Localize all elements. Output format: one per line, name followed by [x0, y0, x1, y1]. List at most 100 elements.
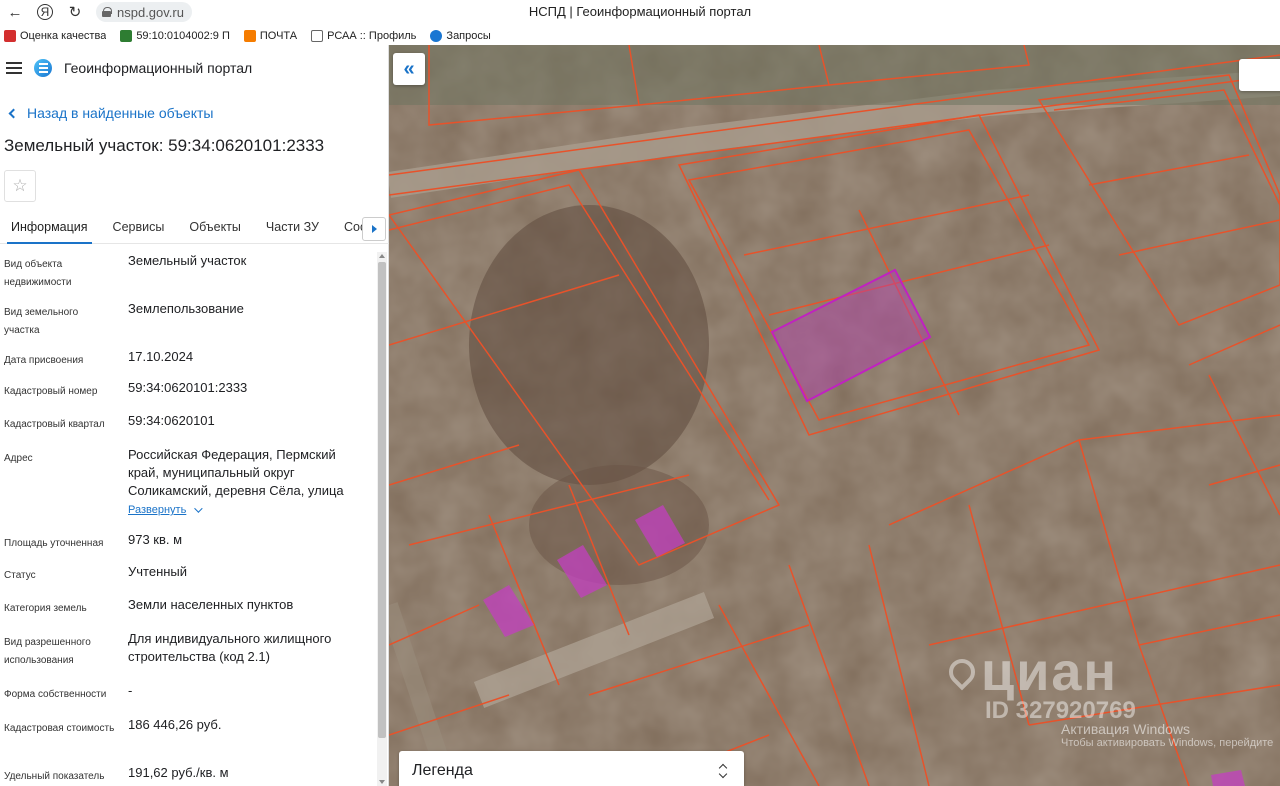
property-value: Землепользование — [128, 300, 366, 318]
property-label: Кадастровый квартал — [4, 419, 105, 430]
bookmark-item[interactable]: 59:10:0104002:9 П — [120, 30, 230, 42]
scroll-up-arrow-icon[interactable] — [379, 254, 385, 258]
bookmark-item[interactable]: РСАА :: Профиль — [311, 30, 416, 42]
map-search-box[interactable] — [1239, 59, 1280, 91]
property-label: Адрес — [4, 453, 33, 464]
property-value-text: Земельный участок — [128, 253, 247, 268]
property-value-text: 17.10.2024 — [128, 349, 194, 364]
property-value: - — [128, 682, 366, 700]
legend-title: Легенда — [412, 762, 473, 779]
person-icon — [430, 30, 443, 42]
property-value-text: 973 кв. м — [128, 532, 183, 547]
tab-2[interactable]: Объекты — [189, 212, 241, 243]
watermark-logo: циан — [981, 642, 1119, 702]
map-canvas[interactable] — [389, 45, 1280, 786]
property-value: Российская Федерация, Пермский край, мун… — [128, 446, 366, 519]
map-pin-icon — [943, 653, 981, 691]
property-value: 191,62 руб./кв. м — [128, 764, 366, 782]
tab-bar: ИнформацияСервисыОбъектыЧасти ЗУСостав — [0, 212, 389, 244]
red-flag-icon — [4, 30, 16, 42]
property-value-text: Российская Федерация, Пермский край, мун… — [128, 447, 344, 498]
back-link-label: Назад в найденные объекты — [27, 105, 214, 121]
chevron-down-icon — [194, 504, 203, 513]
collapse-panel-button[interactable]: « — [393, 53, 425, 85]
bookmark-item[interactable]: ПОЧТА — [243, 30, 298, 42]
property-label: Кадастровый номер — [4, 386, 98, 397]
property-value: Для индивидуального жилищного строительс… — [128, 630, 366, 666]
bookmarks-bar: Оценка качества 59:10:0104002:9 П ПОЧТА РСА… — [0, 27, 1280, 45]
yandex-icon[interactable]: Я — [37, 4, 53, 20]
orange-play-icon — [243, 30, 256, 42]
property-label: Вид разрешенного использования — [4, 637, 91, 666]
chevron-left-icon — [8, 108, 19, 118]
property-value-text: Для индивидуального жилищного строительс… — [128, 631, 332, 664]
browser-toolbar: ← Я ↻ nspd.gov.ru НСПД | Геоинформационн… — [0, 0, 1280, 24]
page-title: НСПД | Геоинформационный портал — [528, 4, 752, 19]
property-value: 17.10.2024 — [128, 348, 366, 366]
expand-collapse-icon[interactable] — [718, 763, 728, 779]
bookmark-label: Запросы — [446, 30, 491, 42]
green-n-icon — [120, 30, 133, 42]
property-value-text: - — [128, 683, 133, 698]
tab-0[interactable]: Информация — [7, 212, 92, 244]
property-value-text: Земли населенных пунктов — [128, 597, 294, 612]
back-to-results-link[interactable]: Назад в найденные объекты — [8, 105, 214, 121]
tab-1[interactable]: Сервисы — [113, 212, 165, 243]
bookmark-label: 59:10:0104002:9 П — [136, 30, 230, 42]
property-value-text: 191,62 руб./кв. м — [128, 765, 229, 780]
legend-dropdown[interactable]: Легенда — [399, 751, 744, 786]
property-value: 59:34:0620101:2333 — [128, 379, 366, 397]
property-label: Вид объекта недвижимости — [4, 259, 72, 288]
property-value-text: 59:34:0620101:2333 — [128, 380, 248, 395]
property-value: 186 446,26 руб. — [128, 716, 366, 734]
tabs-scroll-right-button[interactable] — [362, 217, 386, 241]
property-value-text: Землепользование — [128, 301, 244, 316]
expand-link-label: Развернуть — [128, 504, 187, 516]
address-bar[interactable]: nspd.gov.ru — [96, 2, 192, 22]
panel-scrollbar[interactable] — [377, 252, 387, 786]
property-label: Удельный показатель — [4, 771, 105, 782]
triangle-right-icon — [371, 225, 377, 233]
reload-icon[interactable]: ↻ — [60, 0, 90, 24]
object-title: Земельный участок: 59:34:0620101:2333 — [4, 136, 325, 155]
tab-3[interactable]: Части ЗУ — [266, 212, 319, 243]
map-view[interactable]: « циан ID 327920769 Активация Windows Чт… — [389, 45, 1280, 786]
property-value-text: 186 446,26 руб. — [128, 717, 222, 732]
bookmark-label: ПОЧТА — [259, 30, 298, 42]
menu-icon[interactable] — [6, 62, 22, 74]
property-label: Статус — [4, 570, 36, 581]
windows-activation-text: Чтобы активировать Windows, перейдите — [1061, 737, 1274, 749]
property-label: Дата присвоения — [4, 355, 84, 366]
url-text: nspd.gov.ru — [117, 4, 184, 20]
app-title: Геоинформационный портал — [64, 60, 253, 76]
bookmark-item[interactable]: Оценка качества — [4, 30, 106, 42]
property-value: Земельный участок — [128, 252, 366, 270]
bookmark-item[interactable]: Запросы — [430, 30, 491, 42]
bookmark-label: РСАА :: Профиль — [327, 30, 417, 42]
properties-list: Вид объекта недвижимости Земельный участо… — [0, 252, 376, 786]
property-value: Земли населенных пунктов — [128, 596, 366, 614]
scroll-thumb[interactable] — [378, 262, 386, 738]
favorite-star-icon[interactable]: ☆ — [4, 170, 36, 202]
expand-address-link[interactable]: Развернуть — [128, 501, 203, 519]
info-panel: Геоинформационный портал Назад в найденн… — [0, 45, 389, 786]
property-value: Учтенный — [128, 563, 366, 581]
app-header: Геоинформационный портал — [0, 45, 388, 91]
page-icon — [311, 30, 324, 42]
portal-logo-icon — [34, 59, 52, 77]
property-label: Площадь уточненная — [4, 538, 104, 549]
scroll-down-arrow-icon[interactable] — [379, 780, 385, 784]
windows-activation-notice: Активация Windows Чтобы активировать Win… — [1061, 721, 1273, 749]
windows-activation-title: Активация Windows — [1061, 721, 1191, 737]
property-value: 59:34:0620101 — [128, 412, 366, 430]
back-arrow-icon[interactable]: ← — [0, 0, 30, 24]
watermark: циан ID 327920769 — [943, 641, 1136, 725]
property-label: Категория земель — [4, 603, 87, 614]
lock-icon — [102, 7, 112, 17]
property-value-text: 59:34:0620101 — [128, 413, 215, 428]
property-value: 973 кв. м — [128, 531, 366, 549]
property-label: Форма собственности — [4, 689, 107, 700]
property-label: Кадастровая стоимость — [4, 723, 115, 734]
bookmark-label: Оценка качества — [20, 30, 107, 42]
property-label: Вид земельного участка — [4, 307, 79, 336]
